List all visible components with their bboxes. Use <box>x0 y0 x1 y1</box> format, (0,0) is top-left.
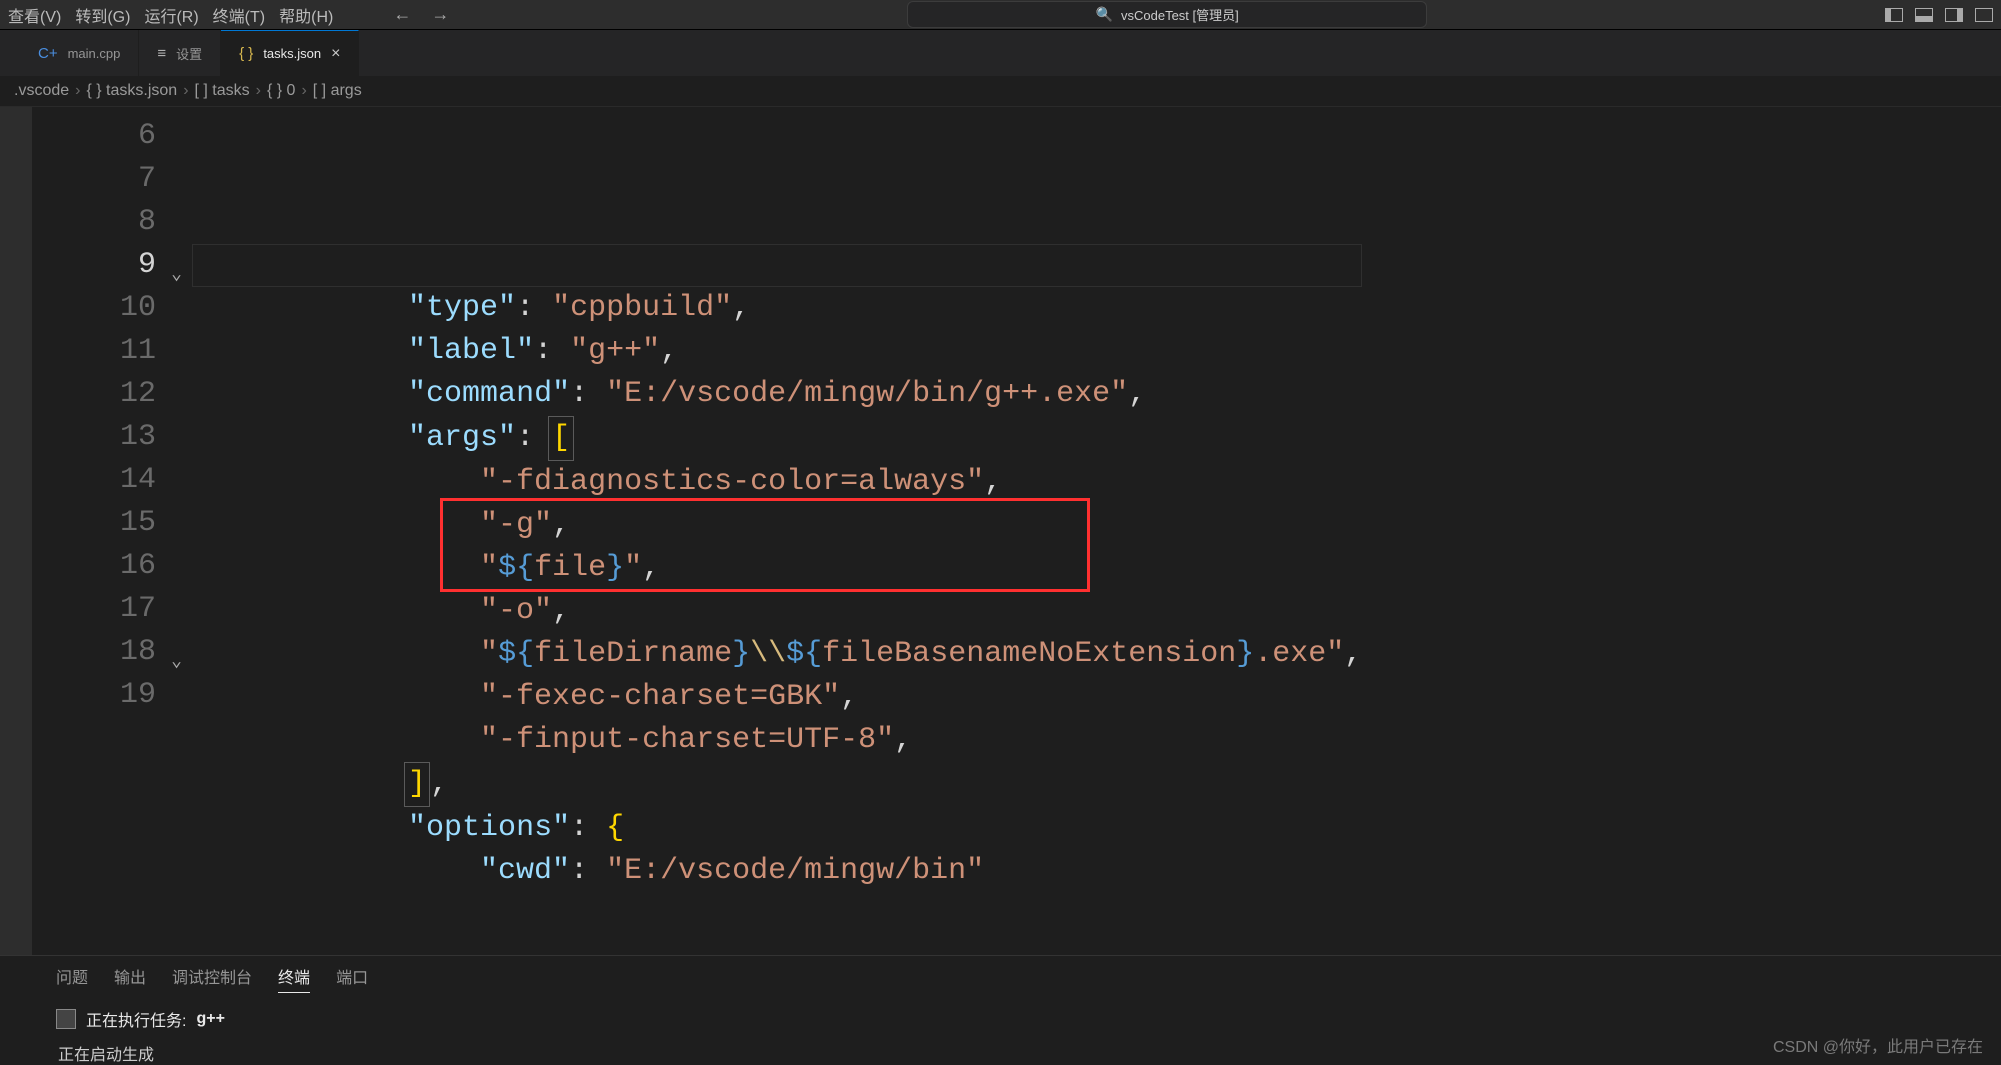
code-content[interactable]: "type": "cppbuild", "label": "g++", "com… <box>192 107 1362 955</box>
menubar: 查看(V) 转到(G) 运行(R) 终端(T) 帮助(H) ← → 🔍 vsCo… <box>0 0 2001 30</box>
menu-run[interactable]: 运行(R) <box>144 3 198 27</box>
tab-main-cpp[interactable]: C+ main.cpp <box>20 30 139 76</box>
terminal-output-line: 正在启动生成 <box>58 1041 1987 1065</box>
tab-settings[interactable]: ≡ 设置 <box>139 30 221 76</box>
nav-forward-icon[interactable]: → <box>431 4 449 25</box>
activity-bar-stub <box>0 107 32 955</box>
search-text: vsCodeTest [管理员] <box>1121 5 1239 24</box>
chevron-right-icon: › <box>183 82 188 100</box>
breadcrumb[interactable]: .vscode › { } tasks.json › [ ] tasks › {… <box>0 76 2001 107</box>
terminal-task-line: 正在执行任务: g++ <box>56 1007 1987 1031</box>
toggle-panel-icon[interactable] <box>1915 8 1933 22</box>
editor-tabs: C+ main.cpp ≡ 设置 { } tasks.json × <box>0 30 2001 76</box>
panel-tabs: 问题 输出 调试控制台 终端 端口 <box>56 964 1987 993</box>
task-status-icon <box>56 1009 76 1029</box>
chevron-right-icon: › <box>75 82 80 100</box>
breadcrumb-item[interactable]: .vscode <box>14 82 69 100</box>
panel-tab-ports[interactable]: 端口 <box>336 964 368 993</box>
tab-tasks-json[interactable]: { } tasks.json × <box>221 30 359 76</box>
close-icon[interactable]: × <box>331 45 340 63</box>
bottom-panel: 问题 输出 调试控制台 终端 端口 正在执行任务: g++ 正在启动生成 <box>0 955 2001 1065</box>
task-name: g++ <box>196 1010 224 1028</box>
chevron-right-icon: › <box>256 82 261 100</box>
fold-chevron-icon[interactable]: ⌄ <box>171 641 182 684</box>
settings-icon: ≡ <box>157 45 166 62</box>
search-icon: 🔍 <box>1096 6 1113 23</box>
layout-controls <box>1885 8 1993 22</box>
menu-help[interactable]: 帮助(H) <box>279 3 333 27</box>
breadcrumb-item[interactable]: [ ] tasks <box>195 82 250 100</box>
command-center[interactable]: 🔍 vsCodeTest [管理员] <box>907 1 1427 28</box>
nav-back-icon[interactable]: ← <box>393 4 411 25</box>
chevron-right-icon: › <box>301 82 306 100</box>
menu-goto[interactable]: 转到(G) <box>75 3 130 27</box>
menu-view[interactable]: 查看(V) <box>8 3 61 27</box>
panel-tab-debug[interactable]: 调试控制台 <box>172 964 252 993</box>
fold-chevron-icon[interactable]: ⌄ <box>171 254 182 297</box>
breadcrumb-item[interactable]: { } tasks.json <box>86 82 177 100</box>
watermark-text: CSDN @你好，此用户已存在 <box>1773 1033 1983 1057</box>
toggle-sidebar-icon[interactable] <box>1885 8 1903 22</box>
cpp-file-icon: C+ <box>38 45 58 62</box>
editor: 6789⌄101112131415161718⌄19 "type": "cppb… <box>0 107 2001 955</box>
panel-tab-output[interactable]: 输出 <box>114 964 146 993</box>
toggle-secondary-icon[interactable] <box>1945 8 1963 22</box>
panel-tab-terminal[interactable]: 终端 <box>278 964 310 993</box>
nav-arrows: ← → <box>393 4 449 25</box>
task-label: 正在执行任务: <box>86 1007 186 1031</box>
tab-label: 设置 <box>176 44 202 63</box>
tab-label: tasks.json <box>263 46 321 61</box>
json-file-icon: { } <box>239 45 253 62</box>
menu-terminal[interactable]: 终端(T) <box>213 3 265 27</box>
breadcrumb-item[interactable]: [ ] args <box>313 82 362 100</box>
line-number-gutter: 6789⌄101112131415161718⌄19 <box>32 107 192 955</box>
panel-tab-problems[interactable]: 问题 <box>56 964 88 993</box>
customize-layout-icon[interactable] <box>1975 8 1993 22</box>
tab-label: main.cpp <box>68 46 121 61</box>
menu-items: 查看(V) 转到(G) 运行(R) 终端(T) 帮助(H) <box>8 3 333 27</box>
breadcrumb-item[interactable]: { } 0 <box>267 82 295 100</box>
